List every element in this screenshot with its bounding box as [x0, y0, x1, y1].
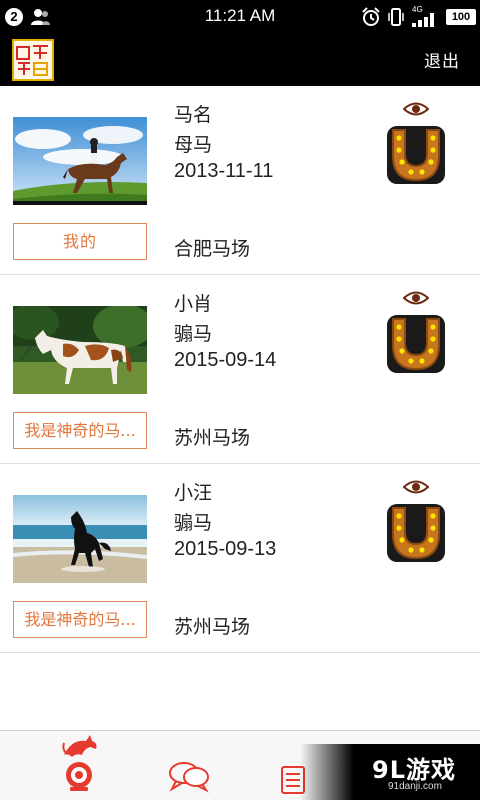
horse-name: 马名: [174, 104, 213, 126]
screen: 2 11:21 AM 4G 100 退出 我的 马名 母马 2013-11-11…: [0, 0, 480, 800]
eye-icon[interactable]: [403, 289, 429, 307]
app-logo-icon: [12, 39, 54, 81]
horse-tag-button[interactable]: 我的: [13, 223, 147, 260]
status-time: 11:21 AM: [204, 6, 276, 25]
black-horse-beach-photo[interactable]: [13, 495, 147, 583]
horse-tag-button[interactable]: 我是神奇的马...: [13, 412, 147, 449]
chat-icon: [169, 762, 209, 793]
eye-icon[interactable]: [403, 478, 429, 496]
horse-name: 小汪: [174, 482, 213, 504]
horseshoe-icon[interactable]: [385, 313, 447, 375]
app-logo-graphic: [14, 41, 52, 79]
nav-home-button[interactable]: [50, 731, 110, 800]
horse-gender: 母马: [174, 134, 213, 156]
horse-farm: 合肥马场: [174, 238, 251, 260]
eye-icon[interactable]: [403, 100, 429, 118]
horse-farm: 苏州马场: [174, 427, 251, 449]
pinto-horse-photo[interactable]: [13, 306, 147, 394]
horse-date: 2013-11-11: [174, 160, 274, 182]
watermark-logo-text: 9L游戏: [372, 756, 456, 784]
rider-on-brown-horse-photo[interactable]: [13, 117, 147, 205]
vibrate-icon: [388, 8, 404, 26]
horseshoe-icon[interactable]: [385, 502, 447, 564]
horse-gender: 骟马: [174, 512, 213, 534]
horse-tag-button[interactable]: 我是神奇的马...: [13, 601, 147, 638]
horse-farm: 苏州马场: [174, 616, 251, 638]
horse-name: 小肖: [174, 293, 213, 315]
status-bar: 2 11:21 AM 4G 100: [0, 0, 480, 34]
horse-date: 2015-09-13: [174, 538, 277, 560]
horse-gender: 骟马: [174, 323, 213, 345]
home-horse-icon: [62, 735, 97, 791]
horse-card[interactable]: 我的 马名 母马 2013-11-11 合肥马场: [0, 86, 480, 275]
horse-date: 2015-09-14: [174, 349, 277, 371]
horse-card[interactable]: 我是神奇的马... 小汪 骟马 2015-09-13 苏州马场: [0, 464, 480, 653]
title-bar: 退出: [0, 34, 480, 86]
nav-chat-button[interactable]: [160, 731, 220, 800]
battery-icon: 100: [446, 9, 476, 25]
alarm-icon: [362, 7, 380, 26]
watermark-url: 91danji.com: [388, 781, 442, 792]
signal-icon: [412, 13, 434, 27]
horseshoe-icon[interactable]: [385, 124, 447, 186]
horse-card[interactable]: 我是神奇的马... 小肖 骟马 2015-09-14 苏州马场: [0, 275, 480, 464]
horse-list: 我的 马名 母马 2013-11-11 合肥马场 我是神奇的马... 小肖 骟马…: [0, 86, 480, 653]
logout-button[interactable]: 退出: [424, 47, 460, 72]
